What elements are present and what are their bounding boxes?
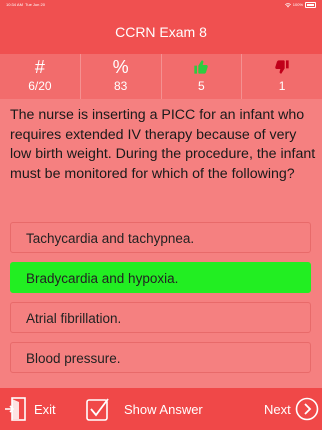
answer-option[interactable]: Atrial fibrillation. (10, 302, 311, 333)
answer-option-label: Blood pressure. (26, 351, 121, 366)
incorrect-count-value: 1 (278, 79, 286, 93)
correct-count-value: 5 (198, 79, 205, 93)
stats-bar: # 6/20 % 83 5 1 (0, 54, 322, 99)
status-bar: 10:34 AM Tue Jun 20 100% (0, 0, 322, 10)
percent-value: 83 (113, 79, 128, 93)
battery-icon (305, 2, 316, 8)
answer-option[interactable]: Blood pressure. (10, 342, 311, 373)
answer-option-label: Tachycardia and tachypnea. (26, 231, 195, 246)
hash-icon: # (34, 57, 45, 77)
show-answer-button[interactable]: Show Answer (86, 388, 203, 430)
app-header: CCRN Exam 8 (0, 10, 322, 54)
status-date: Tue Jun 20 (25, 2, 45, 7)
answer-option-correct[interactable]: Bradycardia and hypoxia. (10, 262, 311, 293)
next-button[interactable]: Next (264, 388, 319, 430)
status-time: 10:34 AM (6, 2, 23, 7)
bottom-toolbar: Exit Show Answer Next (0, 388, 322, 430)
page-title: CCRN Exam 8 (115, 24, 207, 40)
answer-option[interactable]: Tachycardia and tachypnea. (10, 222, 311, 253)
answer-option-label: Atrial fibrillation. (26, 311, 122, 326)
show-answer-label: Show Answer (124, 401, 203, 417)
chevron-right-circle-icon (295, 397, 319, 421)
wifi-icon (284, 2, 291, 7)
percent-icon: % (112, 57, 129, 77)
checkbox-icon (86, 398, 109, 421)
exit-door-icon (5, 397, 26, 421)
stat-percent: % 83 (79, 54, 161, 99)
thumbs-up-icon (194, 60, 209, 74)
thumbs-down-icon (275, 60, 289, 74)
exit-button[interactable]: Exit (4, 388, 56, 430)
stat-question-count: # 6/20 (0, 54, 80, 99)
stat-correct: 5 (160, 54, 242, 99)
question-text: The nurse is inserting a PICC for an inf… (10, 107, 316, 182)
answer-option-label: Bradycardia and hypoxia. (26, 271, 179, 286)
question-count-value: 6/20 (28, 79, 52, 93)
battery-percent: 100% (292, 2, 303, 7)
stat-incorrect: 1 (241, 54, 322, 99)
next-label: Next (264, 401, 291, 417)
exit-label: Exit (34, 401, 56, 417)
